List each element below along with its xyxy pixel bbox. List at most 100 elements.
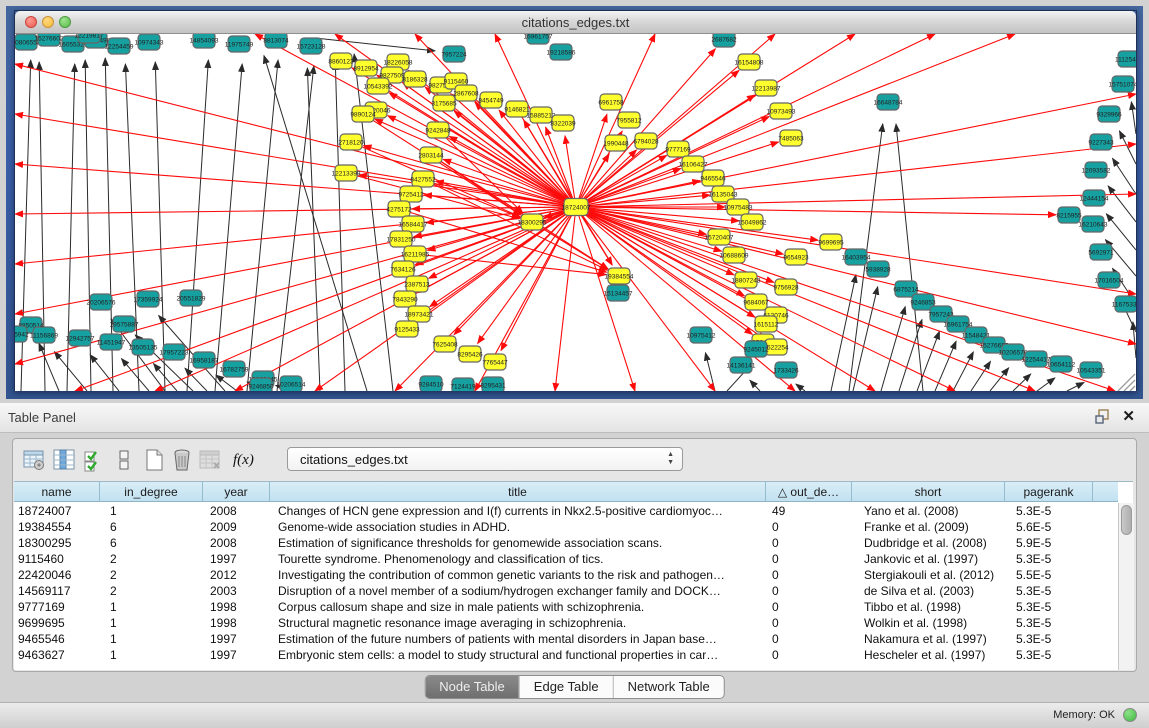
graph-node[interactable]: 17359924 <box>134 291 163 307</box>
network-window-titlebar[interactable]: citations_edges.txt <box>15 11 1136 34</box>
graph-node[interactable]: 10543351 <box>1077 362 1106 378</box>
graph-node[interactable]: 10688609 <box>720 247 749 263</box>
graph-node[interactable]: 14136141 <box>727 357 756 373</box>
table-row[interactable]: 1456911722003Disruption of a novel membe… <box>14 583 1107 599</box>
table-row[interactable]: 911546021997Tourette syndrome. Phenomeno… <box>14 551 1107 567</box>
graph-node[interactable]: 10973493 <box>767 103 796 119</box>
citation-network-graph[interactable]: 8860123891295418226058982750981863281054… <box>15 34 1136 391</box>
graph-node[interactable]: 12219817 <box>75 34 104 43</box>
graph-node[interactable]: 5692971 <box>1088 244 1114 260</box>
graph-node[interactable]: 8322039 <box>550 115 576 131</box>
graph-node[interactable]: 16648784 <box>874 94 903 110</box>
graph-node[interactable]: 2867608 <box>453 85 479 101</box>
delete-icon[interactable] <box>169 447 195 473</box>
graph-node[interactable]: 9756928 <box>773 279 799 295</box>
column-header-short[interactable]: short <box>852 482 1005 502</box>
tab-node-table[interactable]: Node Table <box>425 676 520 698</box>
graph-node[interactable]: 11675338 <box>1112 296 1136 312</box>
graph-node[interactable]: 3915942 <box>15 326 29 342</box>
graph-node[interactable]: 9329966 <box>1096 106 1122 122</box>
row-height-icon[interactable] <box>111 447 137 473</box>
graph-node[interactable]: 18973421 <box>405 306 434 322</box>
graph-node[interactable]: 11975749 <box>225 36 254 52</box>
graph-node[interactable]: 8215955 <box>1056 207 1082 223</box>
graph-node[interactable]: 18807243 <box>732 272 761 288</box>
graph-node[interactable]: 11451947 <box>97 334 126 350</box>
graph-node[interactable]: 8860123 <box>328 53 354 69</box>
graph-node[interactable]: 7955812 <box>616 112 642 128</box>
graph-node[interactable]: 9890124 <box>350 106 376 122</box>
graph-node[interactable]: 12254459 <box>105 38 134 54</box>
graph-node[interactable]: 12942757 <box>66 330 95 346</box>
graph-node[interactable]: 9465546 <box>700 170 726 186</box>
table-row[interactable]: 1872400712008Changes of HCN gene express… <box>14 503 1107 519</box>
graph-node[interactable]: 7843290 <box>392 291 418 307</box>
graph-node[interactable]: 16958187 <box>190 352 219 368</box>
graph-node[interactable]: 19384554 <box>605 268 634 284</box>
graph-node[interactable]: 6961758 <box>598 94 624 110</box>
graph-node[interactable]: 12213987 <box>752 80 781 96</box>
graph-node[interactable]: 19575887 <box>110 316 139 332</box>
graph-node[interactable]: 10974343 <box>135 34 164 50</box>
graph-node[interactable]: 16154808 <box>735 54 764 70</box>
graph-node[interactable]: 19218586 <box>547 44 576 60</box>
graph-node[interactable]: 10975483 <box>724 199 753 215</box>
graph-node[interactable]: 15049862 <box>738 214 767 230</box>
table-row[interactable]: 969969511998Structural magnetic resonanc… <box>14 615 1107 631</box>
graph-node[interactable]: 8454749 <box>478 92 504 108</box>
graph-node[interactable]: 2687682 <box>711 34 737 47</box>
network-canvas[interactable]: 8860123891295418226058982750981863281054… <box>15 34 1136 391</box>
graph-node[interactable]: 13505135 <box>129 339 158 355</box>
graph-node[interactable]: 16961757 <box>524 34 553 44</box>
graph-node[interactable]: 2387513 <box>404 276 430 292</box>
graph-node[interactable]: 20551829 <box>177 290 206 306</box>
graph-node[interactable]: 16403954 <box>842 249 871 265</box>
graph-node[interactable]: 18300295 <box>518 214 547 230</box>
table-selector-combo[interactable]: citations_edges.txt ▲▼ <box>287 447 683 471</box>
tab-network-table[interactable]: Network Table <box>614 676 724 698</box>
graph-node[interactable]: 5938928 <box>865 261 891 277</box>
graph-node[interactable]: 15723128 <box>297 38 326 54</box>
graph-node[interactable]: 9227343 <box>1088 134 1114 150</box>
column-header-in_degree[interactable]: in_degree <box>100 482 203 502</box>
graph-node[interactable]: 10654112 <box>1047 356 1076 372</box>
graph-node[interactable]: 12213399 <box>332 165 361 181</box>
new-table-icon[interactable] <box>141 447 167 473</box>
table-settings-icon[interactable] <box>21 447 47 473</box>
graph-node[interactable]: 10975412 <box>687 327 716 343</box>
graph-node[interactable]: 8295431 <box>480 377 506 391</box>
graph-node[interactable]: 3175685 <box>431 95 457 111</box>
graph-node[interactable]: 7124419 <box>450 378 476 391</box>
table-row[interactable]: 977716911998Corpus callosum shape and si… <box>14 599 1107 615</box>
graph-node[interactable]: 6794028 <box>633 133 659 149</box>
table-row[interactable]: 946362711997Embryonic stem cells: a mode… <box>14 647 1107 663</box>
graph-node[interactable]: 15751074 <box>1109 76 1136 92</box>
graph-node[interactable]: 9725412 <box>398 186 424 202</box>
show-columns-icon[interactable] <box>51 447 77 473</box>
graph-node[interactable]: 9125433 <box>394 321 420 337</box>
table-row[interactable]: 1938455462009Genome-wide association stu… <box>14 519 1107 535</box>
graph-node[interactable]: 7634126 <box>390 261 416 277</box>
graph-node[interactable]: 15134457 <box>604 285 633 301</box>
function-builder-icon[interactable]: f(x) <box>233 452 254 469</box>
column-header-out_de[interactable]: △ out_de… <box>766 482 852 502</box>
graph-node[interactable]: 9242848 <box>425 122 451 138</box>
graph-node[interactable]: 1990448 <box>603 135 629 151</box>
graph-node[interactable]: 14854093 <box>190 34 219 48</box>
column-header-pagerank[interactable]: pagerank <box>1005 482 1093 502</box>
table-row[interactable]: 2242004622012Investigating the contribut… <box>14 567 1107 583</box>
graph-node[interactable]: 7765447 <box>482 354 508 370</box>
graph-node[interactable]: 8912954 <box>353 60 379 76</box>
graph-node[interactable]: 16210643 <box>1079 216 1108 232</box>
graph-node[interactable]: 7625408 <box>432 336 458 352</box>
graph-node[interactable]: 9284510 <box>418 376 444 391</box>
graph-node[interactable]: 10206514 <box>277 376 306 391</box>
graph-node[interactable]: 2718120 <box>338 134 364 150</box>
graph-node[interactable]: 7485063 <box>778 130 804 146</box>
graph-node[interactable]: 7957224 <box>441 46 467 62</box>
graph-node[interactable]: 8813074 <box>263 34 289 48</box>
graph-node[interactable]: 1733426 <box>773 362 799 378</box>
delete-table-icon[interactable] <box>197 447 223 473</box>
graph-node[interactable]: 1615112 <box>754 316 779 332</box>
graph-node[interactable]: 17957223 <box>160 344 189 360</box>
